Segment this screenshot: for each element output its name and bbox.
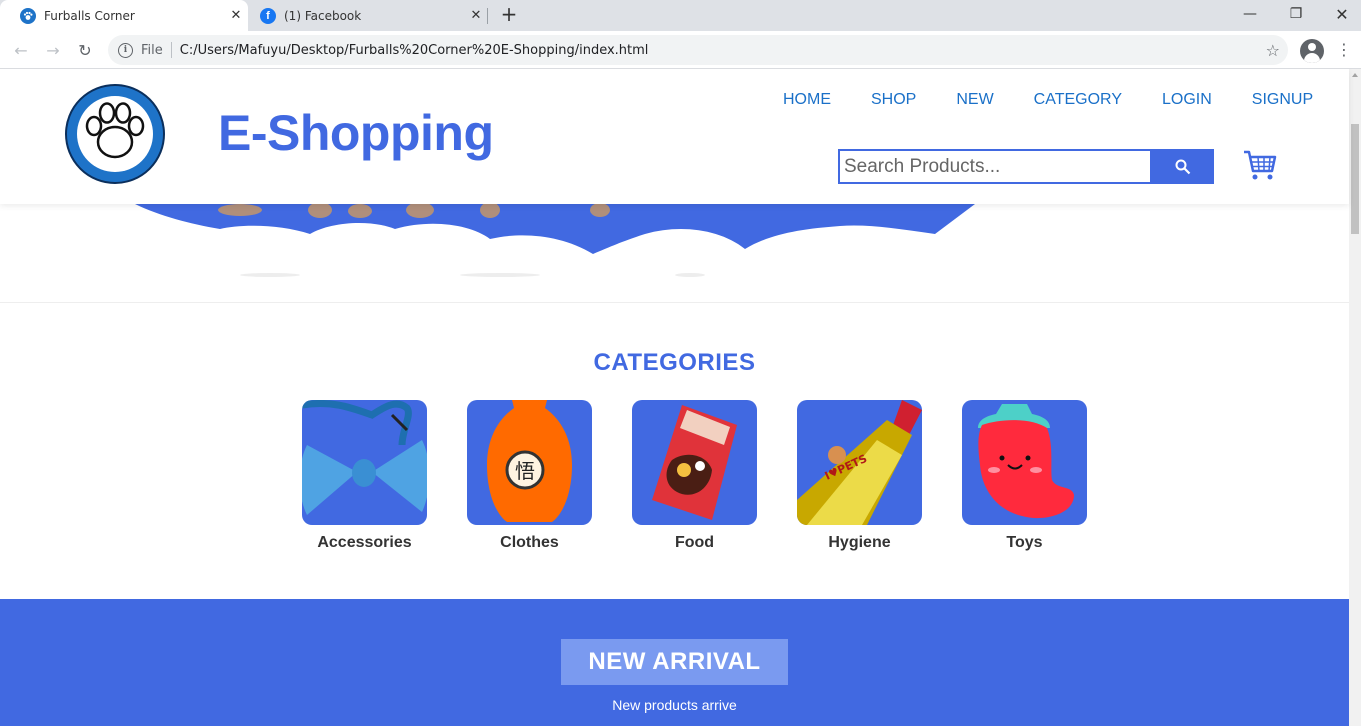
category-hygiene[interactable]: I♥PETS Hygiene [797,400,922,552]
banner-cloud-image [135,202,975,277]
tab-title: Furballs Corner [44,8,135,23]
site-brand-title: E-Shopping [218,105,494,161]
address-bar[interactable]: i File C:/Users/Mafuyu/Desktop/Furballs%… [108,35,1288,65]
facebook-favicon-icon: f [260,7,276,24]
info-icon[interactable]: i [118,42,133,58]
paw-print-icon [85,102,145,159]
category-label: Toys [1006,534,1043,551]
product-search [838,149,1214,184]
treat-bag-icon [632,400,757,525]
category-accessories[interactable]: Accessories [302,400,427,552]
nav-new[interactable]: NEW [956,91,993,109]
logo-inner-ring [77,96,153,172]
category-clothes[interactable]: 悟 Clothes [467,400,592,552]
restore-icon[interactable]: ❐ [1273,0,1319,28]
scheme-label: File [141,42,163,58]
nav-signup[interactable]: SIGNUP [1252,91,1313,109]
menu-kebab-icon[interactable]: ⋮ [1336,41,1352,61]
scrollbar-thumb[interactable] [1351,124,1359,234]
search-icon [1175,159,1191,174]
bow-tie-icon [302,400,427,525]
category-label: Hygiene [828,534,891,551]
furballs-corner-logo[interactable] [65,84,165,184]
close-window-icon[interactable]: ✕ [1319,0,1361,28]
paw-favicon-icon [20,7,36,24]
tab-title: (1) Facebook [284,8,362,23]
tab-furballs-corner[interactable]: Furballs Corner ✕ [0,0,248,31]
site-header: E-Shopping HOME SHOP NEW CATEGORY LOGIN … [0,69,1349,204]
nav-login[interactable]: LOGIN [1162,91,1212,109]
reload-icon[interactable]: ↻ [74,39,96,61]
browser-tab-strip: Furballs Corner ✕ f (1) Facebook ✕ + — ❐… [0,0,1361,31]
category-label: Clothes [500,534,559,551]
shopping-cart-icon[interactable] [1243,149,1277,181]
nav-home[interactable]: HOME [783,91,831,109]
browser-toolbar: ← → ↻ i File C:/Users/Mafuyu/Desktop/Fur… [0,31,1361,69]
close-tab-icon[interactable]: ✕ [468,8,484,24]
url-text[interactable]: C:/Users/Mafuyu/Desktop/Furballs%20Corne… [180,43,1266,58]
bookmark-star-icon[interactable]: ☆ [1266,41,1280,60]
address-divider [170,42,172,58]
category-toys[interactable]: Toys [962,400,1087,552]
forward-arrow-icon[interactable]: → [42,39,64,61]
page-scrollbar[interactable] [1349,69,1361,726]
svg-text:悟: 悟 [515,459,535,483]
tab-facebook[interactable]: f (1) Facebook ✕ [240,0,488,31]
categories-heading: CATEGORIES [593,349,756,376]
category-label: Food [674,534,715,551]
profile-avatar-icon[interactable] [1300,39,1324,63]
new-arrival-section: NEW ARRIVAL New products arrive [0,599,1349,726]
search-input[interactable] [838,149,1152,184]
chili-toy-icon [962,400,1087,525]
category-label: Accessories [317,534,412,551]
hero-banner [0,202,1349,303]
new-arrival-heading: NEW ARRIVAL [561,639,788,685]
main-nav: HOME SHOP NEW CATEGORY LOGIN SIGNUP [783,91,1313,109]
pet-shirt-icon: 悟 [467,400,592,525]
minimize-icon[interactable]: — [1227,0,1273,28]
new-tab-button[interactable]: + [499,4,519,25]
categories-section: CATEGORIES Accessories 悟 Clothes Food I♥… [0,304,1349,599]
cologne-bottle-icon: I♥PETS [797,400,922,525]
search-button[interactable] [1152,149,1214,184]
scroll-up-arrow-icon[interactable] [1352,73,1358,77]
new-arrival-subtitle: New products arrive [612,697,737,713]
tab-divider [487,8,488,24]
nav-shop[interactable]: SHOP [871,91,916,109]
page-viewport: E-Shopping HOME SHOP NEW CATEGORY LOGIN … [0,69,1361,726]
category-food[interactable]: Food [632,400,757,552]
nav-category[interactable]: CATEGORY [1034,91,1122,109]
back-arrow-icon[interactable]: ← [10,39,32,61]
